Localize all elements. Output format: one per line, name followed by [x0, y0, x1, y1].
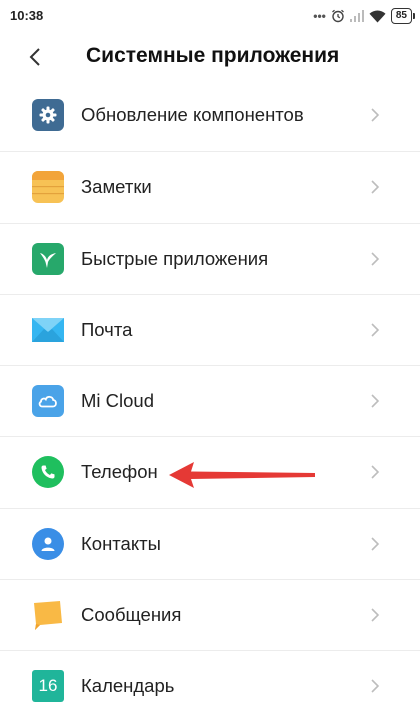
chevron-right-icon	[371, 608, 380, 622]
page-title: Системные приложения	[86, 44, 340, 67]
status-time: 10:38	[10, 8, 44, 23]
message-icon	[32, 599, 64, 631]
back-arrow-icon	[29, 48, 40, 66]
mail-icon	[32, 314, 64, 346]
list-item-component-update[interactable]: Обновление компонентов	[0, 80, 420, 151]
chevron-right-icon	[371, 323, 380, 337]
list-item-messages[interactable]: Сообщения	[0, 579, 420, 650]
item-label: Телефон	[81, 461, 158, 483]
battery-indicator: 85	[390, 8, 416, 24]
list-item-contacts[interactable]: Контакты	[0, 507, 420, 579]
wifi-icon	[369, 10, 386, 22]
alarm-icon	[331, 9, 344, 23]
status-icons: ••• 85	[313, 7, 416, 25]
list-item-calendar[interactable]: 16 Календарь	[0, 650, 420, 715]
back-button[interactable]	[20, 42, 50, 72]
chevron-right-icon	[371, 252, 380, 266]
signal-icon	[349, 10, 364, 22]
gear-icon	[32, 99, 64, 131]
calendar-icon: 16	[32, 670, 64, 703]
more-notifications-icon: •••	[313, 9, 326, 23]
item-label: Быстрые приложения	[81, 247, 269, 269]
contacts-icon	[32, 527, 64, 560]
chevron-right-icon	[371, 465, 380, 480]
notes-icon	[32, 171, 64, 204]
list-item-notes[interactable]: Заметки	[0, 151, 420, 222]
item-label: Заметки	[81, 176, 152, 198]
cloud-icon	[32, 385, 64, 418]
item-label: Контакты	[81, 532, 161, 554]
list-item-mi-cloud[interactable]: Mi Cloud	[0, 365, 420, 436]
item-label: Обновление компонентов	[81, 104, 304, 125]
red-annotation-arrow-icon	[169, 462, 315, 488]
system-apps-list: Обновление компонентов Заметки Быстрые п…	[0, 80, 420, 715]
status-bar: 10:38 ••• 85	[0, 0, 420, 34]
list-item-mail[interactable]: Почта	[0, 293, 420, 365]
phone-icon	[32, 456, 64, 489]
chevron-right-icon	[371, 180, 380, 194]
chevron-right-icon	[371, 537, 380, 551]
item-label: Календарь	[81, 675, 175, 697]
item-label: Почта	[81, 318, 133, 340]
list-item-quick-apps[interactable]: Быстрые приложения	[0, 222, 420, 294]
bird-icon	[32, 242, 64, 275]
chevron-right-icon	[371, 108, 380, 122]
header: Системные приложения	[0, 34, 420, 80]
chevron-right-icon	[371, 394, 380, 408]
item-label: Mi Cloud	[81, 390, 154, 412]
calendar-day: 16	[38, 676, 58, 696]
item-label: Сообщения	[81, 604, 182, 626]
chevron-right-icon	[371, 679, 380, 693]
